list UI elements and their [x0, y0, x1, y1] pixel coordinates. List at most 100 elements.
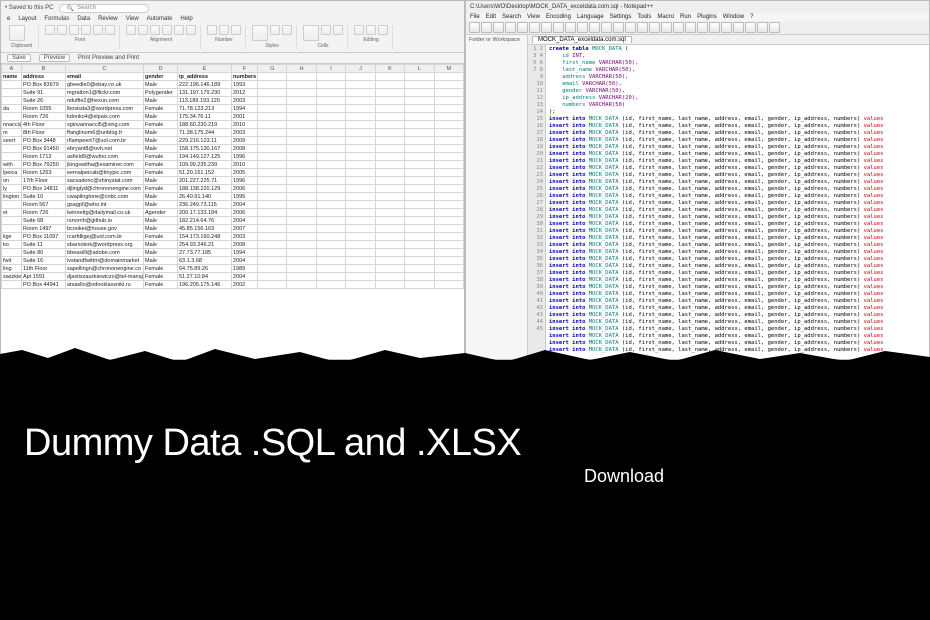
- toolbar-button-icon[interactable]: [493, 22, 504, 33]
- cell[interactable]: [434, 169, 463, 177]
- column-letter[interactable]: I: [316, 65, 345, 73]
- cell[interactable]: [346, 217, 375, 225]
- cell[interactable]: with: [2, 161, 22, 169]
- cell[interactable]: Female: [144, 169, 178, 177]
- cell[interactable]: [316, 121, 345, 129]
- cell[interactable]: [287, 257, 316, 265]
- cell[interactable]: [405, 145, 434, 153]
- cell[interactable]: [258, 249, 287, 257]
- cell[interactable]: [287, 201, 316, 209]
- cell[interactable]: [434, 185, 463, 193]
- cell[interactable]: [346, 177, 375, 185]
- cell[interactable]: [258, 121, 287, 129]
- cell[interactable]: [287, 241, 316, 249]
- cell[interactable]: ffanglinom6@unblog.fr: [66, 129, 144, 137]
- cell[interactable]: Suite 11: [22, 241, 66, 249]
- cell[interactable]: on: [2, 177, 22, 185]
- cell[interactable]: [405, 161, 434, 169]
- cell[interactable]: PO Box 44941: [22, 281, 66, 289]
- cell[interactable]: [434, 241, 463, 249]
- cell[interactable]: ly: [2, 185, 22, 193]
- cell[interactable]: [405, 177, 434, 185]
- header-cell[interactable]: [434, 73, 463, 81]
- toolbar-button-icon[interactable]: [673, 22, 684, 33]
- cell[interactable]: [405, 257, 434, 265]
- cell[interactable]: [375, 113, 404, 121]
- cell[interactable]: [2, 81, 22, 89]
- cell[interactable]: [258, 265, 287, 273]
- toolbar-button-icon[interactable]: [769, 22, 780, 33]
- cell[interactable]: 158.175.130.167: [178, 145, 232, 153]
- cell[interactable]: [434, 233, 463, 241]
- cell[interactable]: [434, 121, 463, 129]
- cell[interactable]: Room 1497: [22, 225, 66, 233]
- cell[interactable]: Room 726: [22, 113, 66, 121]
- cell[interactable]: [346, 257, 375, 265]
- cell[interactable]: [375, 201, 404, 209]
- cell[interactable]: Male: [144, 129, 178, 137]
- cell[interactable]: 196.205.175.146: [178, 281, 232, 289]
- ribbon-tab[interactable]: Review: [98, 16, 118, 22]
- ribbon-button-icon[interactable]: [378, 25, 388, 35]
- cell[interactable]: [316, 177, 345, 185]
- cell[interactable]: [287, 113, 316, 121]
- cell[interactable]: [258, 169, 287, 177]
- toolbar-button-icon[interactable]: [565, 22, 576, 33]
- cell[interactable]: 175.34.76.11: [178, 113, 232, 121]
- cell[interactable]: [346, 89, 375, 97]
- cell[interactable]: [375, 161, 404, 169]
- cell[interactable]: mgratton1@flickr.com: [66, 89, 144, 97]
- header-cell[interactable]: numbers: [232, 73, 258, 81]
- ribbon-tab[interactable]: e: [7, 16, 10, 22]
- menu-item[interactable]: Window: [723, 14, 744, 20]
- cell[interactable]: lbosisda3@wordpress.com: [66, 105, 144, 113]
- cell[interactable]: 2004: [232, 273, 258, 281]
- cell[interactable]: 188.60.230.219: [178, 121, 232, 129]
- ribbon-button-icon[interactable]: [9, 25, 25, 41]
- cell[interactable]: [287, 161, 316, 169]
- header-cell[interactable]: [405, 73, 434, 81]
- cell[interactable]: 188.138.220.129: [178, 185, 232, 193]
- cell[interactable]: 2007: [232, 225, 258, 233]
- cell[interactable]: [316, 129, 345, 137]
- cell[interactable]: kdonko4@elpais.com: [66, 113, 144, 121]
- menu-item[interactable]: Language: [577, 14, 604, 20]
- ribbon-button-icon[interactable]: [150, 25, 160, 35]
- cell[interactable]: [405, 113, 434, 121]
- cell[interactable]: [258, 273, 287, 281]
- cell[interactable]: 45.85.156.163: [178, 225, 232, 233]
- column-letter[interactable]: A: [2, 65, 22, 73]
- cell[interactable]: 71.78.123.213: [178, 105, 232, 113]
- cell[interactable]: ko: [2, 241, 22, 249]
- cell[interactable]: [287, 177, 316, 185]
- cell[interactable]: 51.27.10.84: [178, 273, 232, 281]
- cell[interactable]: [375, 265, 404, 273]
- cell[interactable]: [2, 201, 22, 209]
- cell[interactable]: [316, 233, 345, 241]
- cell[interactable]: [316, 193, 345, 201]
- cell[interactable]: [258, 281, 287, 289]
- cell[interactable]: 2006: [232, 185, 258, 193]
- cell[interactable]: [316, 137, 345, 145]
- ribbon-button-icon[interactable]: [81, 25, 91, 35]
- cell[interactable]: [405, 281, 434, 289]
- column-letter[interactable]: D: [144, 65, 178, 73]
- cell[interactable]: [258, 201, 287, 209]
- cell[interactable]: [316, 225, 345, 233]
- cell[interactable]: [346, 193, 375, 201]
- spreadsheet[interactable]: ABCDEFGHIJKLMnameaddressemailgenderip_ad…: [1, 64, 464, 359]
- ribbon-button-icon[interactable]: [282, 25, 292, 35]
- cell[interactable]: [346, 113, 375, 121]
- cell[interactable]: [258, 153, 287, 161]
- cell[interactable]: [346, 273, 375, 281]
- header-cell[interactable]: email: [66, 73, 144, 81]
- cell[interactable]: [316, 185, 345, 193]
- cell[interactable]: PO Box 14811: [22, 185, 66, 193]
- cell[interactable]: saszkiewicz: [2, 273, 22, 281]
- header-cell[interactable]: ip_address: [178, 73, 232, 81]
- cell[interactable]: [316, 201, 345, 209]
- column-letter[interactable]: G: [258, 65, 287, 73]
- cell[interactable]: 201.227.225.71: [178, 177, 232, 185]
- cell[interactable]: 229.216.123.11: [178, 137, 232, 145]
- cell[interactable]: [405, 249, 434, 257]
